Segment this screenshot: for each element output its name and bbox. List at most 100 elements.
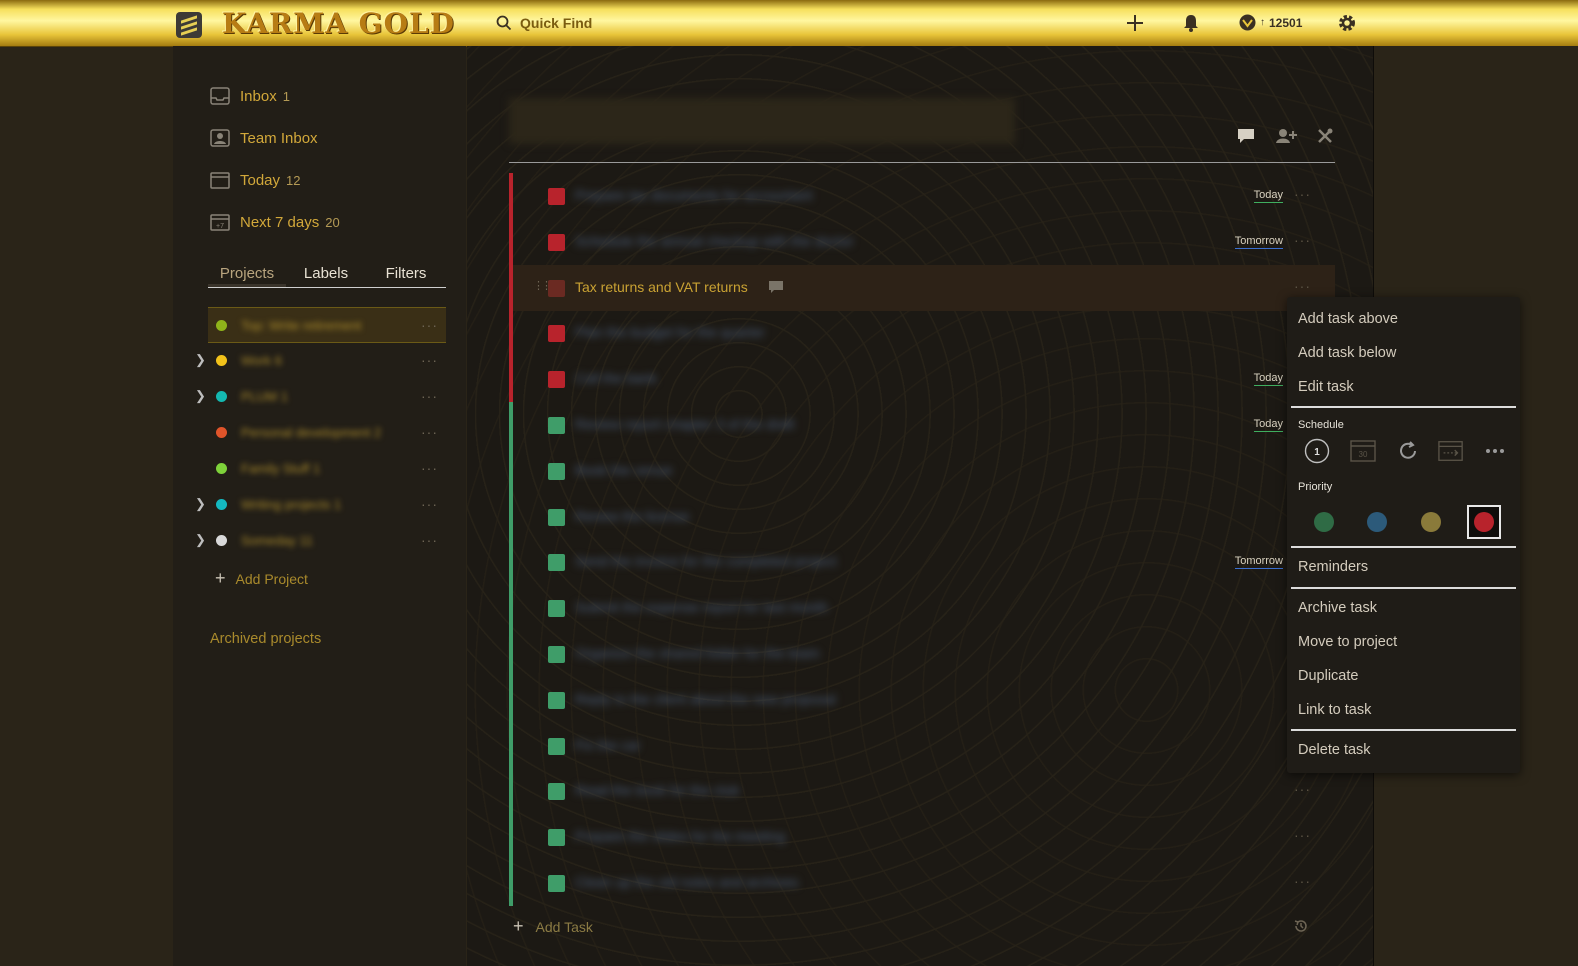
task-row[interactable]: Review report chapter 3 of the draft Toda…	[509, 402, 1335, 448]
task-row[interactable]: Organize the shared folder for the team·…	[509, 631, 1335, 677]
task-row[interactable]: Renew the license···	[509, 493, 1335, 540]
more-icon[interactable]: ···	[421, 424, 438, 440]
more-icon[interactable]: ···	[1294, 827, 1311, 843]
more-icon[interactable]: ···	[421, 352, 438, 368]
project-item[interactable]: ❯ Writing projects 1 ···	[195, 487, 446, 521]
task-text[interactable]: Renew the license	[575, 508, 689, 524]
more-icon[interactable]: ···	[421, 496, 438, 512]
task-checkbox[interactable]	[548, 279, 565, 297]
task-checkbox[interactable]	[548, 829, 565, 847]
history-icon[interactable]	[1293, 918, 1309, 939]
task-checkbox[interactable]	[548, 325, 565, 343]
project-item[interactable]: Personal development 2 ···	[208, 415, 446, 449]
task-text[interactable]: Submit the expense report for last month	[575, 599, 828, 615]
archived-projects-link[interactable]: Archived projects	[210, 631, 321, 647]
share-user-icon[interactable]	[1275, 128, 1297, 149]
task-row[interactable]: Plan the budget for the quarter···	[509, 310, 1335, 357]
chevron-right-icon[interactable]: ❯	[195, 496, 206, 512]
task-text[interactable]: Prepare tax documents for accountant	[575, 187, 812, 203]
add-project-button[interactable]: + Add Project	[215, 568, 308, 589]
priority-1-button[interactable]	[1467, 505, 1501, 539]
task-checkbox[interactable]	[548, 783, 565, 801]
task-text[interactable]: Prepare the slides for the meeting	[575, 828, 785, 844]
more-icon[interactable]: ···	[1294, 278, 1311, 294]
task-text[interactable]: Call the bank	[575, 370, 657, 386]
more-icon[interactable]: ···	[1294, 781, 1311, 797]
task-text[interactable]: Review report chapter 3 of the draft	[575, 416, 794, 432]
project-item[interactable]: ❯ PLUM 1 ···	[195, 379, 446, 413]
task-row[interactable]: Submit the expense report for last month…	[509, 585, 1335, 632]
nav-next-7-days[interactable]: +7 Next 7 days 20	[210, 213, 340, 231]
task-due-date[interactable]: Today	[1253, 372, 1283, 387]
task-text[interactable]: Plan the budget for the quarter	[575, 324, 765, 340]
more-icon[interactable]: ···	[1294, 873, 1311, 889]
nav-team-inbox[interactable]: Team Inbox	[210, 129, 318, 147]
task-text[interactable]: Organize the shared folder for the team	[575, 645, 819, 661]
task-text[interactable]: Book the venue	[575, 462, 672, 478]
task-text[interactable]: Send the invoice for the completed proje…	[575, 553, 837, 569]
task-text[interactable]: Reply to the client about the new propos…	[575, 691, 836, 707]
logo-icon[interactable]	[176, 12, 202, 38]
task-text[interactable]: Schedule the annual checkup with the doc…	[575, 233, 854, 249]
task-checkbox[interactable]	[548, 508, 565, 526]
task-row[interactable]: Schedule the annual checkup with the doc…	[509, 218, 1335, 265]
quick-find-input[interactable]	[518, 14, 782, 32]
task-checkbox[interactable]	[548, 875, 565, 892]
tab-projects[interactable]: Projects	[208, 265, 286, 287]
task-due-date[interactable]: Tomorrow	[1234, 235, 1283, 249]
menu-edit-task[interactable]: Edit task	[1298, 379, 1354, 395]
project-item[interactable]: Family Stuff 1 ···	[208, 451, 446, 485]
more-icon[interactable]: ···	[1294, 186, 1311, 202]
karma-score[interactable]: ↑ 12501	[1239, 14, 1302, 31]
nav-inbox[interactable]: Inbox 1	[210, 87, 290, 105]
more-icon[interactable]: ···	[421, 388, 438, 404]
menu-add-task-above[interactable]: Add task above	[1298, 311, 1398, 327]
menu-reminders[interactable]: Reminders	[1298, 559, 1368, 575]
quick-find[interactable]	[496, 14, 782, 32]
comment-icon[interactable]	[1237, 128, 1255, 149]
tools-icon[interactable]	[1317, 128, 1333, 149]
project-item[interactable]: Top: Write retirement ···	[208, 307, 446, 343]
task-row[interactable]: Send the invoice for the completed proje…	[509, 539, 1335, 586]
task-row[interactable]: Fix the car···	[509, 722, 1335, 769]
tab-filters[interactable]: Filters	[366, 265, 446, 287]
task-row[interactable]: Prepare the slides for the meeting ···	[509, 814, 1335, 861]
task-due-date[interactable]: Today	[1253, 189, 1283, 203]
more-icon[interactable]: ···	[421, 532, 438, 548]
add-icon[interactable]	[1124, 12, 1146, 34]
next-week-icon[interactable]	[1395, 438, 1421, 464]
menu-link-to-task[interactable]: Link to task	[1298, 702, 1371, 718]
task-row[interactable]: Prepare tax documents for accountant Toda…	[509, 173, 1335, 219]
menu-add-task-below[interactable]: Add task below	[1298, 345, 1396, 361]
task-checkbox[interactable]	[548, 691, 565, 709]
bell-icon[interactable]	[1180, 12, 1202, 34]
task-row[interactable]: ⋮⋮ Tax returns and VAT returns ···	[509, 264, 1335, 311]
menu-delete-task[interactable]: Delete task	[1298, 742, 1371, 758]
task-due-date[interactable]: Tomorrow	[1234, 555, 1283, 570]
nav-today[interactable]: Today 12	[210, 171, 301, 189]
today-icon[interactable]: 1	[1304, 438, 1330, 464]
more-icon[interactable]: ···	[421, 317, 438, 333]
task-row[interactable]: Read the book for the club ···	[509, 768, 1335, 815]
postpone-icon[interactable]	[1438, 438, 1464, 464]
comment-icon[interactable]	[768, 280, 784, 299]
task-text[interactable]: Tax returns and VAT returns	[575, 279, 748, 295]
task-row[interactable]: Book the venue···	[509, 447, 1335, 494]
task-checkbox[interactable]	[548, 646, 565, 663]
task-text[interactable]: Fix the car	[575, 737, 640, 753]
priority-2-button[interactable]	[1414, 505, 1448, 539]
task-checkbox[interactable]	[548, 737, 565, 755]
task-checkbox[interactable]	[548, 371, 565, 389]
more-icon[interactable]	[1482, 438, 1508, 464]
task-checkbox[interactable]	[548, 188, 565, 205]
task-due-date[interactable]: Today	[1253, 418, 1283, 432]
drag-handle-icon[interactable]: ⋮⋮	[533, 279, 552, 292]
priority-4-button[interactable]	[1307, 505, 1341, 539]
task-checkbox[interactable]	[548, 462, 565, 480]
chevron-right-icon[interactable]: ❯	[195, 352, 206, 368]
task-checkbox[interactable]	[548, 417, 565, 434]
priority-3-button[interactable]	[1360, 505, 1394, 539]
task-checkbox[interactable]	[548, 233, 565, 251]
chevron-right-icon[interactable]: ❯	[195, 388, 206, 404]
task-row[interactable]: Clean up the old notes and archives ···	[509, 860, 1335, 906]
